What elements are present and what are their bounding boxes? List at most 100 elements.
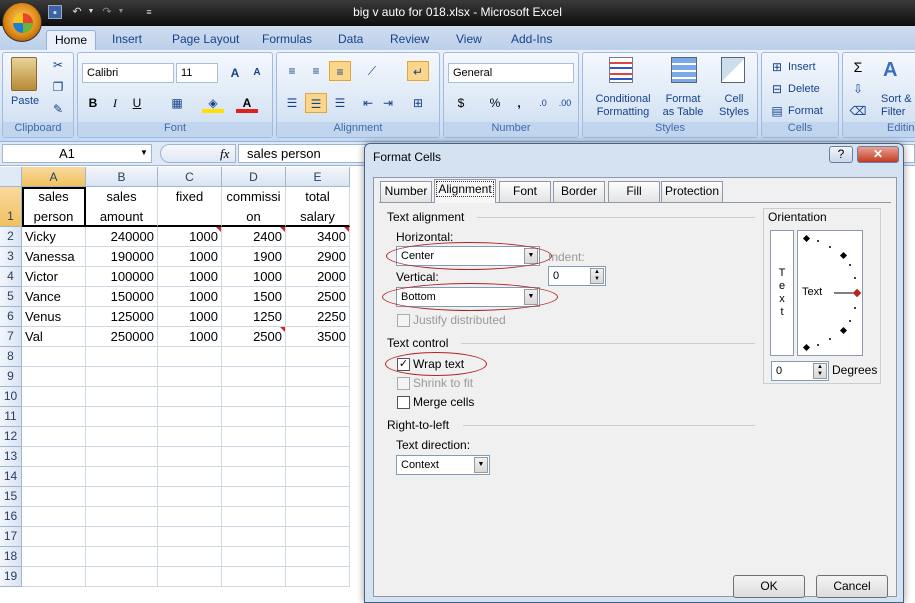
font-name-box[interactable]: Calibri [82, 63, 174, 83]
undo-icon[interactable]: ↶ [70, 5, 84, 19]
cell-a4[interactable]: Victor [22, 267, 86, 287]
row-header-12[interactable]: 12 [0, 427, 22, 447]
cell-e4[interactable]: 2000 [286, 267, 350, 287]
cell-c1[interactable]: fixed [158, 187, 222, 227]
cell-b18[interactable] [86, 547, 158, 567]
cell-e12[interactable] [286, 427, 350, 447]
cell-d18[interactable] [222, 547, 286, 567]
cell-b16[interactable] [86, 507, 158, 527]
font-size-box[interactable]: 11 [176, 63, 218, 83]
tab-add-ins[interactable]: Add-Ins [503, 30, 560, 50]
increase-indent-icon[interactable]: ⇥ [377, 93, 399, 113]
redo-icon[interactable]: ↷ [100, 5, 114, 19]
cell-b4[interactable]: 100000 [86, 267, 158, 287]
sort-filter-button[interactable]: Sort & Filter [881, 93, 912, 119]
row-header-14[interactable]: 14 [0, 467, 22, 487]
row-header-1[interactable]: 1 [0, 187, 22, 227]
insert-function-button[interactable]: fx [220, 146, 229, 162]
office-button[interactable] [2, 2, 42, 42]
cell-e11[interactable] [286, 407, 350, 427]
cell-c2[interactable]: 1000 [158, 227, 222, 247]
vertical-text-box[interactable]: Text [770, 230, 794, 356]
tab-font[interactable]: Font [499, 181, 551, 202]
font-color-icon[interactable]: A [236, 93, 258, 113]
conditional-formatting-button[interactable]: Conditional Formatting [591, 93, 655, 119]
cell-b13[interactable] [86, 447, 158, 467]
cell-b6[interactable]: 125000 [86, 307, 158, 327]
cell-a2[interactable]: Vicky [22, 227, 86, 247]
cell-c13[interactable] [158, 447, 222, 467]
middle-align-icon[interactable]: ≡ [305, 61, 327, 81]
cell-b2[interactable]: 240000 [86, 227, 158, 247]
cell-c3[interactable]: 1000 [158, 247, 222, 267]
align-left-icon[interactable]: ☰ [281, 93, 303, 113]
decrease-decimal-icon[interactable]: .00 [554, 93, 576, 113]
merge-center-icon[interactable]: ⊞ [407, 93, 429, 113]
cell-d9[interactable] [222, 367, 286, 387]
cell-e1[interactable]: total salary [286, 187, 350, 227]
tab-formulas[interactable]: Formulas [254, 30, 320, 50]
row-header-15[interactable]: 15 [0, 487, 22, 507]
row-header-18[interactable]: 18 [0, 547, 22, 567]
cell-b12[interactable] [86, 427, 158, 447]
increase-decimal-icon[interactable]: .0 [532, 93, 554, 113]
row-header-13[interactable]: 13 [0, 447, 22, 467]
cell-c12[interactable] [158, 427, 222, 447]
cell-a12[interactable] [22, 427, 86, 447]
row-header-10[interactable]: 10 [0, 387, 22, 407]
cell-e3[interactable]: 2900 [286, 247, 350, 267]
cell-d13[interactable] [222, 447, 286, 467]
name-box-dropdown-icon[interactable]: ▼ [140, 148, 148, 157]
paste-button[interactable]: Paste [11, 95, 39, 108]
cell-d5[interactable]: 1500 [222, 287, 286, 307]
align-right-icon[interactable]: ☰ [329, 93, 351, 113]
row-header-5[interactable]: 5 [0, 287, 22, 307]
cell-e19[interactable] [286, 567, 350, 587]
cell-a13[interactable] [22, 447, 86, 467]
ok-button[interactable]: OK [733, 575, 805, 598]
cell-d3[interactable]: 1900 [222, 247, 286, 267]
fill-color-icon[interactable]: ◈ [202, 93, 224, 113]
underline-button[interactable]: U [126, 93, 148, 113]
cell-d4[interactable]: 1000 [222, 267, 286, 287]
cell-e16[interactable] [286, 507, 350, 527]
tab-page-layout[interactable]: Page Layout [164, 30, 247, 50]
undo-dropdown-icon[interactable]: ▼ [84, 5, 98, 19]
orientation-icon[interactable]: ⟋ [361, 61, 383, 81]
column-header-c[interactable]: C [158, 167, 222, 187]
cell-d2[interactable]: 2400 [222, 227, 286, 247]
cell-b15[interactable] [86, 487, 158, 507]
italic-button[interactable]: I [104, 93, 126, 113]
tab-border[interactable]: Border [553, 181, 605, 202]
cell-a17[interactable] [22, 527, 86, 547]
row-header-16[interactable]: 16 [0, 507, 22, 527]
cell-a8[interactable] [22, 347, 86, 367]
justify-distributed-checkbox[interactable] [397, 314, 410, 327]
cell-e5[interactable]: 2500 [286, 287, 350, 307]
cell-a10[interactable] [22, 387, 86, 407]
cell-e2[interactable]: 3400 [286, 227, 350, 247]
column-header-a[interactable]: A [22, 167, 86, 187]
insert-cells-button[interactable]: Insert [788, 61, 816, 74]
cell-e8[interactable] [286, 347, 350, 367]
percent-button[interactable]: % [484, 93, 506, 113]
name-box[interactable]: A1 [2, 144, 152, 163]
cell-c19[interactable] [158, 567, 222, 587]
cell-c4[interactable]: 1000 [158, 267, 222, 287]
cut-icon[interactable]: ✂ [47, 55, 69, 75]
cell-a1[interactable]: sales person [22, 187, 86, 227]
fill-icon[interactable]: ⇩ [847, 79, 869, 99]
row-header-19[interactable]: 19 [0, 567, 22, 587]
cell-b19[interactable] [86, 567, 158, 587]
cell-c9[interactable] [158, 367, 222, 387]
cell-a18[interactable] [22, 547, 86, 567]
cell-a19[interactable] [22, 567, 86, 587]
cell-e10[interactable] [286, 387, 350, 407]
cell-c16[interactable] [158, 507, 222, 527]
cell-c10[interactable] [158, 387, 222, 407]
cell-b5[interactable]: 150000 [86, 287, 158, 307]
cell-b8[interactable] [86, 347, 158, 367]
cell-a6[interactable]: Venus [22, 307, 86, 327]
tab-home[interactable]: Home [46, 30, 96, 50]
tab-data[interactable]: Data [330, 30, 371, 50]
